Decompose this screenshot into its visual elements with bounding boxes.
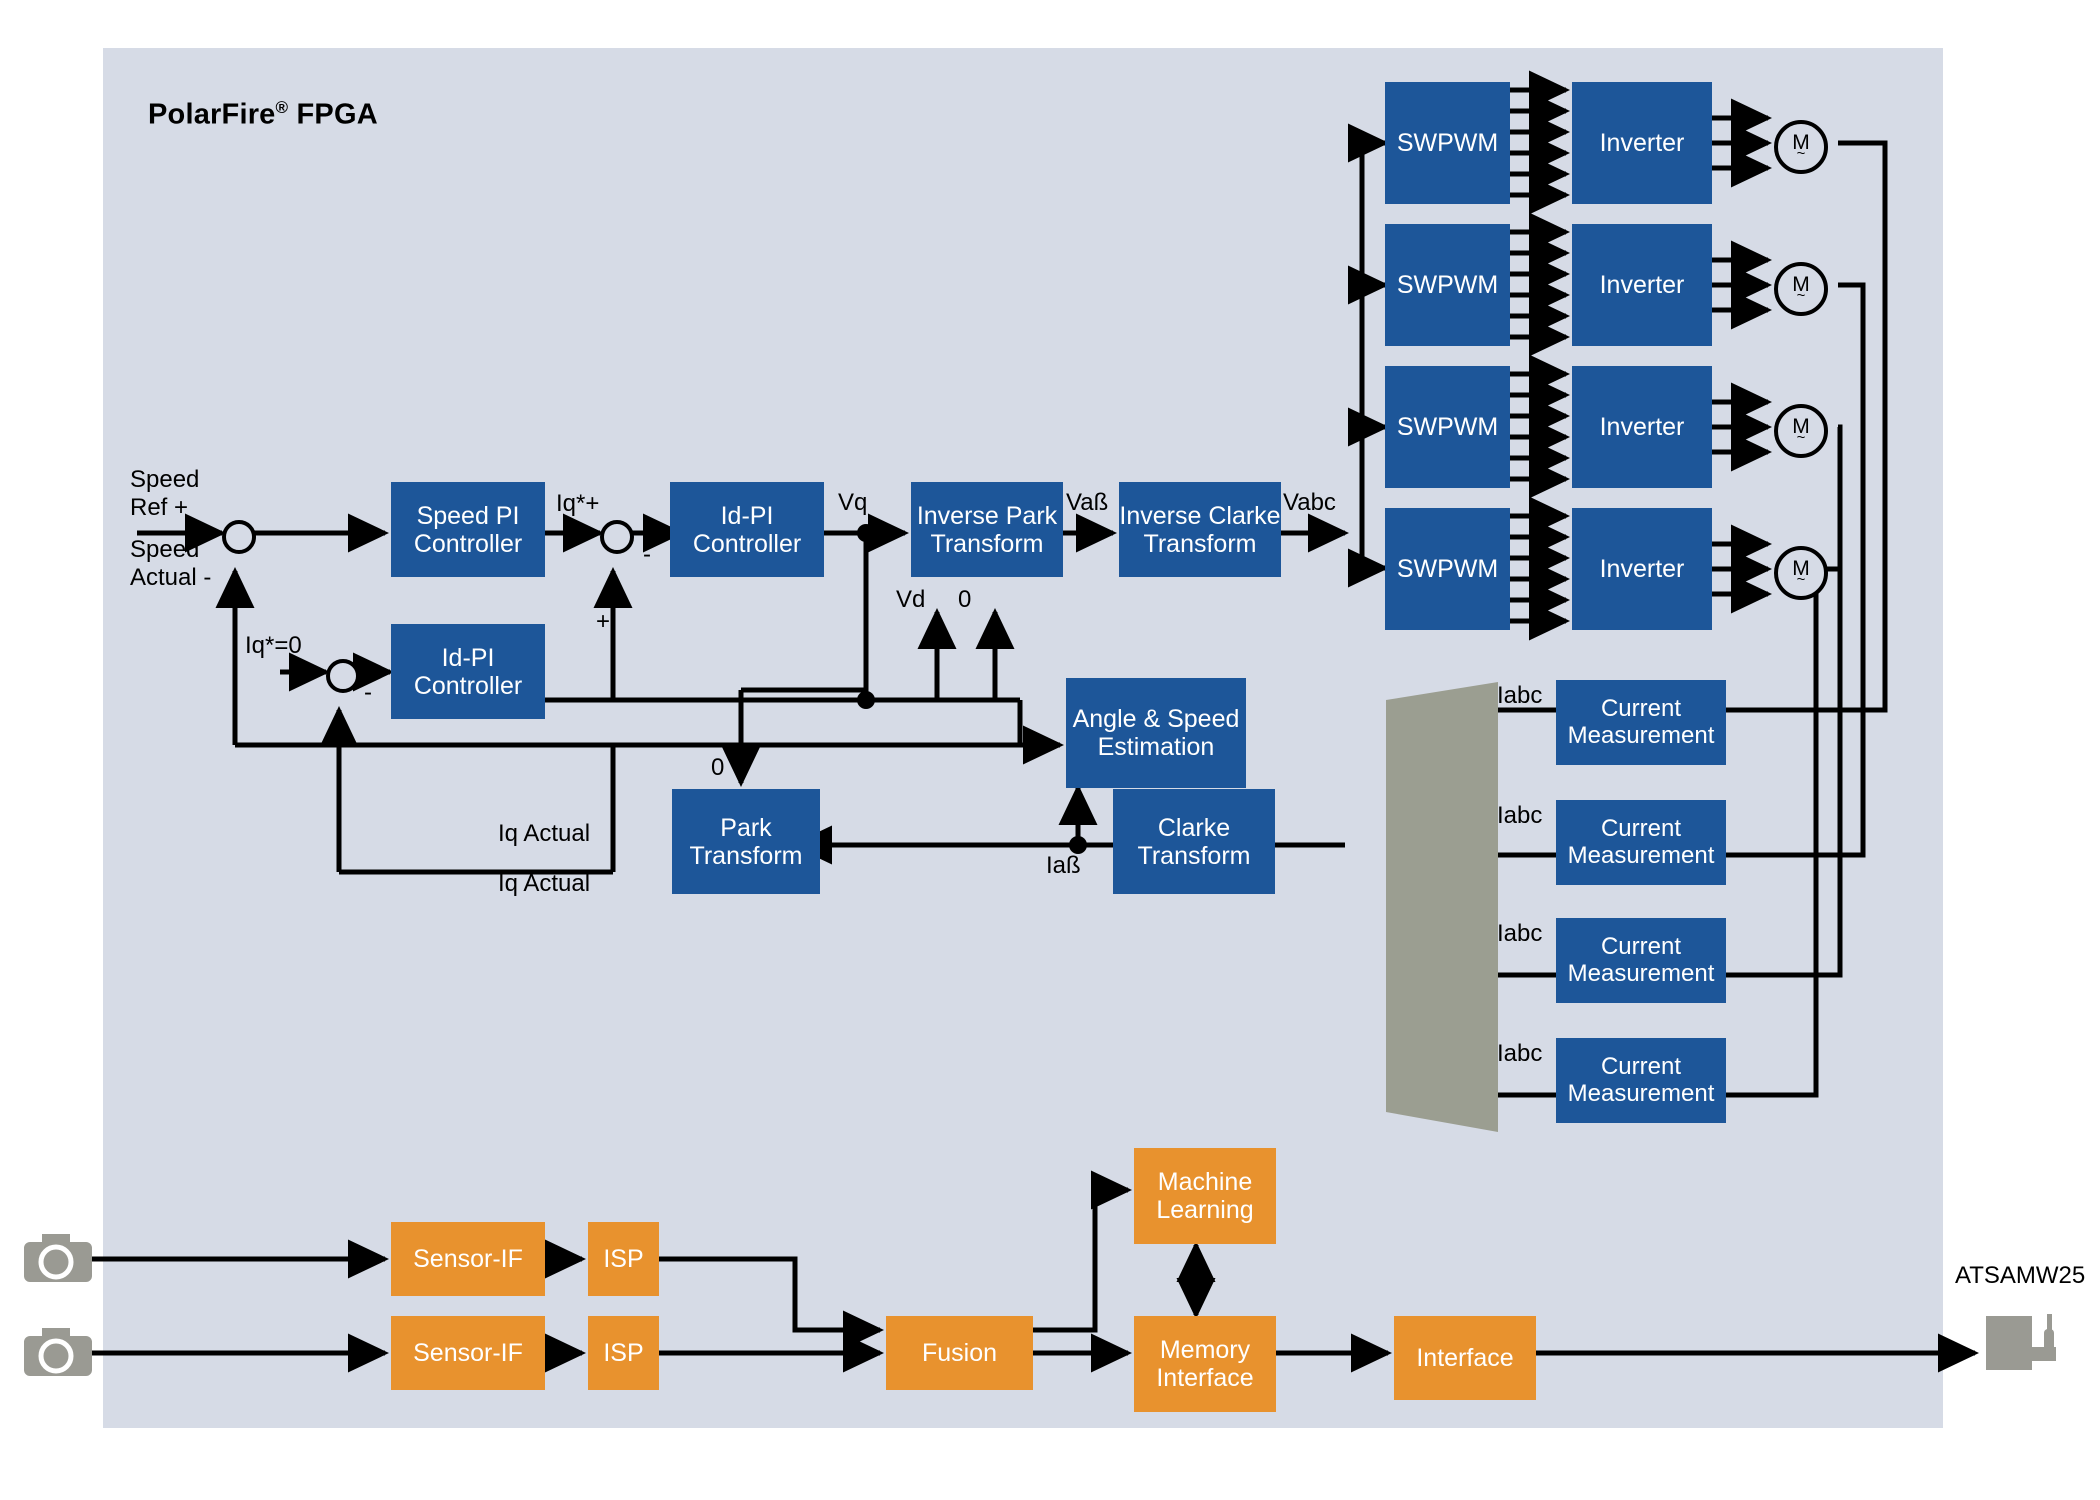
current-measurement-block-2[interactable]: Current Measurement [1556, 800, 1726, 885]
page-title: PolarFire® FPGA [148, 98, 378, 132]
motor-icon-3: M ~ [1774, 404, 1828, 458]
memory-interface-block[interactable]: Memory Interface [1134, 1316, 1276, 1412]
id-pi-controller-upper-block[interactable]: Id-PI Controller [670, 482, 824, 577]
clarke-transform-label: Clarke Transform [1137, 813, 1251, 870]
isp-label-1: ISP [603, 1245, 644, 1273]
swpwm-block-2[interactable]: SWPWM [1385, 224, 1510, 346]
zero-inverse-park-label: 0 [958, 586, 972, 613]
isp-block-1[interactable]: ISP [588, 1222, 659, 1296]
motor-ac-symbol-4: ~ [1796, 570, 1806, 588]
plus-sign-iq: + [596, 608, 611, 635]
current-multiplexer [1386, 682, 1498, 1132]
camera-icon-2 [24, 1328, 92, 1376]
inverse-clarke-transform-block[interactable]: Inverse Clarke Transform [1119, 482, 1281, 577]
inverter-label-3: Inverter [1599, 413, 1685, 441]
angle-speed-estimation-block[interactable]: Angle & Speed Estimation [1066, 678, 1246, 788]
fusion-block[interactable]: Fusion [886, 1316, 1033, 1390]
iq-ref-zero-label: Iq*=0 [245, 632, 302, 659]
sensor-if-block-1[interactable]: Sensor-IF [391, 1222, 545, 1296]
motor-ac-symbol-3: ~ [1796, 428, 1806, 446]
speed-pi-controller-label: Speed PI Controller [413, 501, 523, 558]
vabc-label: Vabc [1283, 489, 1336, 516]
id-pi-controller-lower-block[interactable]: Id-PI Controller [391, 624, 545, 719]
fpga-title-suffix: FPGA [288, 98, 378, 131]
fpga-title-text: PolarFire [148, 98, 276, 131]
speed-actual-label: Speed Actual - [130, 536, 212, 591]
inverter-block-4[interactable]: Inverter [1572, 508, 1712, 630]
current-measurement-block-1[interactable]: Current Measurement [1556, 680, 1726, 765]
iabc-label-4: Iabc [1497, 1040, 1543, 1067]
current-measurement-label-3: Current Measurement [1567, 932, 1715, 987]
fusion-label: Fusion [921, 1339, 998, 1367]
registered-trademark-icon: ® [275, 98, 289, 117]
machine-learning-block[interactable]: Machine Learning [1134, 1148, 1276, 1244]
motor-icon-2: M ~ [1774, 262, 1828, 316]
interface-label: Interface [1416, 1344, 1514, 1372]
sensor-if-block-2[interactable]: Sensor-IF [391, 1316, 545, 1390]
iq-actual-label-2: Iq Actual [498, 870, 591, 897]
angle-speed-estimation-label: Angle & Speed Estimation [1072, 705, 1240, 761]
current-measurement-block-3[interactable]: Current Measurement [1556, 918, 1726, 1003]
speed-ref-label: Speed Ref + [130, 466, 200, 521]
atsamw25-label: ATSAMW25 [1955, 1262, 2086, 1289]
inverter-block-2[interactable]: Inverter [1572, 224, 1712, 346]
iabc-label-1: Iabc [1497, 682, 1543, 709]
inverse-park-transform-label: Inverse Park Transform [916, 501, 1058, 558]
sensor-if-label-1: Sensor-IF [413, 1245, 523, 1273]
inverter-block-1[interactable]: Inverter [1572, 82, 1712, 204]
summing-junction-speed [222, 520, 256, 554]
clarke-transform-block[interactable]: Clarke Transform [1113, 789, 1275, 894]
current-measurement-label-1: Current Measurement [1567, 694, 1715, 749]
camera-icon-1 [24, 1234, 92, 1282]
diagram-canvas: PolarFire® FPGA Speed Ref + Speed Actual… [0, 0, 2100, 1500]
vq-label: Vq [838, 489, 868, 516]
i-alpha-beta-label: Iaß [1046, 852, 1081, 879]
current-measurement-label-4: Current Measurement [1567, 1052, 1715, 1107]
vd-label: Vd [896, 586, 926, 613]
minus-sign-iq: - [643, 541, 651, 568]
summing-junction-id [326, 659, 360, 693]
id-pi-controller-upper-label: Id-PI Controller [692, 501, 802, 558]
sensor-if-label-2: Sensor-IF [413, 1339, 523, 1367]
swpwm-label-4: SWPWM [1396, 555, 1499, 583]
summing-junction-iq [600, 520, 634, 554]
inverter-label-4: Inverter [1599, 555, 1685, 583]
atsamw25-device-icon [1986, 1314, 2056, 1370]
swpwm-block-3[interactable]: SWPWM [1385, 366, 1510, 488]
id-pi-controller-lower-label: Id-PI Controller [413, 643, 523, 700]
swpwm-block-1[interactable]: SWPWM [1385, 82, 1510, 204]
inverter-block-3[interactable]: Inverter [1572, 366, 1712, 488]
swpwm-block-4[interactable]: SWPWM [1385, 508, 1510, 630]
machine-learning-label: Machine Learning [1156, 1168, 1254, 1224]
inverse-clarke-transform-label: Inverse Clarke Transform [1119, 501, 1281, 558]
motor-ac-symbol-2: ~ [1796, 286, 1806, 304]
iabc-label-2: Iabc [1497, 802, 1543, 829]
current-measurement-label-2: Current Measurement [1567, 814, 1715, 869]
minus-sign-id: - [364, 679, 372, 706]
isp-label-2: ISP [603, 1339, 644, 1367]
motor-ac-symbol-1: ~ [1796, 144, 1806, 162]
interface-block[interactable]: Interface [1394, 1316, 1536, 1400]
v-alpha-beta-label: Vaß [1066, 489, 1109, 516]
inverter-label-2: Inverter [1599, 271, 1685, 299]
swpwm-label-3: SWPWM [1396, 413, 1499, 441]
iq-star-plus-label: Iq*+ [556, 490, 600, 517]
iabc-label-3: Iabc [1497, 920, 1543, 947]
current-measurement-block-4[interactable]: Current Measurement [1556, 1038, 1726, 1123]
motor-icon-1: M ~ [1774, 120, 1828, 174]
speed-pi-controller-block[interactable]: Speed PI Controller [391, 482, 545, 577]
isp-block-2[interactable]: ISP [588, 1316, 659, 1390]
iq-actual-label-1: Iq Actual [498, 820, 591, 847]
zero-park-label: 0 [711, 754, 725, 781]
inverter-label-1: Inverter [1599, 129, 1685, 157]
park-transform-label: Park Transform [689, 813, 803, 870]
memory-interface-label: Memory Interface [1156, 1336, 1254, 1392]
swpwm-label-2: SWPWM [1396, 271, 1499, 299]
swpwm-label-1: SWPWM [1396, 129, 1499, 157]
park-transform-block[interactable]: Park Transform [672, 789, 820, 894]
inverse-park-transform-block[interactable]: Inverse Park Transform [911, 482, 1063, 577]
motor-icon-4: M ~ [1774, 546, 1828, 600]
